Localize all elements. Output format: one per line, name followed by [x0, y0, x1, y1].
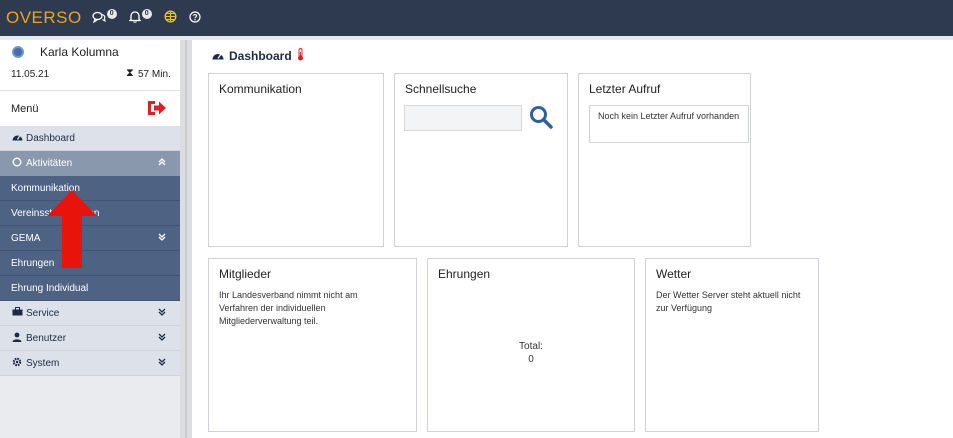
session-time: 57 Min. — [138, 69, 171, 80]
sidebar-item-label: Ehrung Individual — [11, 282, 89, 294]
menu-header: Menü — [0, 90, 180, 126]
briefcase-icon — [11, 307, 23, 319]
cog-icon — [11, 357, 23, 370]
hourglass-icon: ⧗ — [126, 67, 134, 79]
thermometer-icon — [297, 48, 304, 64]
avatar[interactable] — [12, 46, 24, 58]
chevron-double-down-icon — [158, 333, 166, 344]
card-schnellsuche: Schnellsuche — [394, 73, 568, 247]
wetter-message: Der Wetter Server steht aktuell nicht zu… — [656, 290, 801, 313]
card-title: Wetter — [656, 267, 692, 281]
help-button[interactable] — [189, 10, 201, 26]
logout-button[interactable] — [146, 97, 168, 119]
sidebar-item-aktivitaeten[interactable]: Aktivitäten — [0, 151, 180, 176]
search-button[interactable] — [528, 104, 554, 130]
sidebar-item-ehrung-individual[interactable]: Ehrung Individual — [0, 276, 180, 301]
card-title: Kommunikation — [219, 82, 302, 96]
card-letzter-aufruf: Letzter Aufruf Noch kein Letzter Aufruf … — [578, 73, 751, 247]
sidebar-item-service[interactable]: Service — [0, 301, 180, 326]
sidebar-item-label: Benutzer — [26, 332, 67, 344]
app-logo[interactable]: OVERSO — [6, 8, 82, 28]
chevron-double-up-icon — [158, 158, 166, 169]
sidebar-item-label: Aktivitäten — [26, 158, 73, 169]
sidebar-item-label: GEMA — [11, 232, 41, 244]
page-title-text: Dashboard — [229, 49, 292, 63]
globe-icon — [164, 10, 177, 26]
help-circle-icon — [189, 10, 201, 26]
ehrungen-total-value: 0 — [528, 354, 534, 365]
sidebar-resize-handle[interactable] — [180, 40, 192, 438]
search-icon — [530, 106, 553, 129]
chevron-double-down-icon — [158, 308, 166, 319]
bell-icon — [128, 10, 142, 26]
tachometer-icon — [212, 50, 224, 63]
sign-out-icon — [148, 101, 166, 115]
sidebar-item-dashboard[interactable]: Dashboard — [0, 126, 180, 151]
sidebar-item-label: System — [26, 357, 60, 369]
ehrungen-total-label: Total: — [519, 341, 543, 352]
card-ehrungen: Ehrungen Total: 0 — [427, 258, 635, 432]
card-wetter: Wetter Der Wetter Server steht aktuell n… — [645, 258, 819, 432]
top-bar: OVERSO 0 0 — [0, 0, 953, 36]
card-mitglieder: Mitglieder Ihr Landesverband nimmt nicht… — [208, 258, 417, 432]
user-icon — [11, 332, 23, 345]
card-title: Letzter Aufruf — [589, 82, 661, 96]
sidebar-item-label: Dashboard — [26, 132, 75, 144]
notifications-count-badge: 0 — [141, 9, 152, 19]
circle-icon — [11, 157, 23, 170]
sidebar-item-label: Service — [26, 307, 60, 319]
user-panel: Karla Kolumna 11.05.21 ⧗ 57 Min. — [0, 40, 180, 90]
chevron-double-down-icon — [158, 358, 166, 369]
sidebar-item-benutzer[interactable]: Benutzer — [0, 326, 180, 351]
messages-button[interactable]: 0 — [92, 9, 117, 26]
tachometer-icon — [11, 132, 23, 144]
card-title: Mitglieder — [219, 267, 272, 281]
language-button[interactable] — [164, 10, 177, 26]
chat-icon — [92, 11, 106, 26]
search-input[interactable] — [404, 105, 522, 131]
red-arrow-annotation — [47, 190, 97, 268]
user-name: Karla Kolumna — [40, 45, 119, 59]
sidebar-item-system[interactable]: System — [0, 351, 180, 376]
chevron-double-down-icon — [158, 233, 166, 244]
page-title: Dashboard — [212, 48, 304, 64]
last-visit-message: Noch kein Letzter Aufruf vorhanden — [589, 105, 749, 143]
card-kommunikation: Kommunikation — [208, 73, 384, 247]
card-title: Schnellsuche — [405, 82, 477, 96]
mitglieder-message: Ihr Landesverband nimmt nicht am Verfahr… — [219, 290, 358, 326]
login-date: 11.05.21 — [11, 69, 50, 80]
messages-count-badge: 0 — [106, 9, 117, 19]
card-title: Ehrungen — [438, 267, 491, 281]
notifications-button[interactable]: 0 — [128, 9, 152, 26]
menu-label: Menü — [11, 103, 39, 115]
